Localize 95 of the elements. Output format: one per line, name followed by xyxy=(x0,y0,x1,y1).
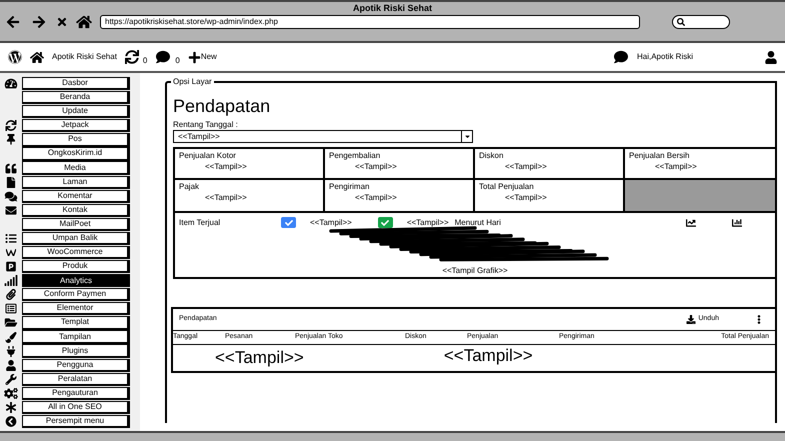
sidebar-item[interactable]: Beranda xyxy=(22,91,130,104)
quote-icon xyxy=(4,162,18,174)
check-icon xyxy=(284,218,292,226)
interval-label: Menurut Hari xyxy=(454,218,501,228)
stat-label: Penjualan Kotor xyxy=(179,151,237,161)
sidebar-item[interactable]: All in One SEO xyxy=(22,400,130,414)
stat-label: Diskon xyxy=(479,151,504,161)
sidebar-item[interactable]: Tampilan xyxy=(22,330,130,344)
close-icon[interactable] xyxy=(56,16,68,28)
search-icon xyxy=(677,18,685,26)
comment-icon[interactable] xyxy=(612,50,629,64)
page-title: Pendapatan xyxy=(173,95,272,117)
wordpress-logo-icon[interactable] xyxy=(8,50,22,64)
pin-icon xyxy=(4,134,18,146)
home-icon[interactable] xyxy=(76,15,92,29)
sidebar-item[interactable]: OngkosKirim.id xyxy=(22,147,130,161)
sidebar-item[interactable]: Media xyxy=(22,161,130,175)
chart-label: Item Terjual xyxy=(179,218,222,228)
sidebar-item[interactable]: Umpan Balik xyxy=(22,232,130,246)
comments-count: 0 xyxy=(175,55,180,67)
sidebar-item[interactable]: Plugins xyxy=(22,344,130,358)
stat-value: <<Tampil>> xyxy=(654,161,698,173)
stat-label: Total Penjualan xyxy=(479,182,535,192)
chart-caption: <<Tampil Grafik>> xyxy=(442,266,508,276)
url-field[interactable]: https://apotikriskisehat.store/wp-admin/index.php xyxy=(100,15,640,29)
sidebar-item[interactable]: Laman xyxy=(22,176,130,189)
user-icon[interactable] xyxy=(765,50,777,64)
stat-value: <<Tampil>> xyxy=(354,161,398,173)
gears-icon xyxy=(4,388,18,399)
stat-label: Pengiriman xyxy=(329,182,370,192)
series-value: <<Tampil>> xyxy=(406,218,449,228)
sidebar-item[interactable]: MailPoet xyxy=(22,218,130,231)
w-letter-icon xyxy=(6,249,16,256)
plug-icon xyxy=(4,346,18,357)
refresh-icon xyxy=(4,120,18,132)
greeting-link[interactable]: Hai,Apotik Riski xyxy=(636,51,693,63)
page-icon xyxy=(4,176,18,188)
stat-label: Pengembalian xyxy=(329,151,382,161)
updates-count: 0 xyxy=(142,55,148,67)
sidebar-item[interactable]: Persempit menu xyxy=(22,414,130,428)
forward-icon[interactable] xyxy=(30,15,48,29)
new-link[interactable]: New xyxy=(200,51,217,63)
screen-options-legend: Opsi Layar xyxy=(171,77,214,87)
envelope-icon xyxy=(4,204,18,216)
date-range-select[interactable]: <<Tampil>> xyxy=(173,130,473,143)
gauge-icon xyxy=(4,78,18,90)
paperclip-icon xyxy=(4,289,18,300)
sidebar-item[interactable]: Pengauturan xyxy=(22,386,130,400)
list-icon xyxy=(4,232,18,244)
check-icon xyxy=(381,218,390,226)
series-checkbox[interactable] xyxy=(281,217,296,228)
stat-value: <<Tampil>> xyxy=(504,192,548,204)
signal-bars-icon xyxy=(4,275,18,286)
back-icon[interactable] xyxy=(4,15,22,29)
stat-value: <<Tampil>> xyxy=(504,161,548,173)
sidebar-item[interactable]: Jetpack xyxy=(22,119,130,132)
download-icon xyxy=(686,315,696,324)
sidebar-item[interactable]: Komentar xyxy=(22,190,130,203)
sidebar-item[interactable]: Peralatan xyxy=(22,372,130,386)
sidebar-item[interactable]: Update xyxy=(22,105,130,118)
stat-label: Penjualan Bersih xyxy=(629,151,690,161)
series-checkbox[interactable] xyxy=(378,217,393,228)
caret-icon xyxy=(464,133,470,140)
comment-icon[interactable] xyxy=(155,50,172,64)
refresh-icon[interactable] xyxy=(124,50,139,64)
user-icon xyxy=(4,360,18,371)
site-name-link[interactable]: Apotik Riski Sehat xyxy=(52,51,117,63)
paintbrush-icon xyxy=(4,332,18,342)
form-icon xyxy=(4,303,18,314)
speech-bubbles-icon xyxy=(4,190,18,202)
folder-icon xyxy=(4,317,18,328)
sidebar-item[interactable]: Kontak xyxy=(22,204,130,217)
series-value: <<Tampil>> xyxy=(310,218,352,228)
sidebar-item[interactable]: WooCommerce xyxy=(22,246,130,260)
table-value-text: <<Tampil>> xyxy=(444,346,533,366)
stat-value: <<Tampil>> xyxy=(204,192,248,204)
sidebar-item[interactable]: Pengguna xyxy=(22,358,130,372)
home-icon[interactable] xyxy=(30,50,44,64)
sidebar-item[interactable]: Analytics xyxy=(22,274,130,288)
date-range-label: Rentang Tanggal : xyxy=(173,120,239,130)
sidebar-item[interactable]: Conform Paymen xyxy=(22,288,130,302)
sidebar-item[interactable]: Elementor xyxy=(22,302,130,316)
wrench-icon xyxy=(4,374,18,385)
stat-label: Pajak xyxy=(179,182,200,192)
table-value-text: <<Tampil>> xyxy=(215,348,304,368)
sidebar-item[interactable]: Dasbor xyxy=(22,77,130,90)
stat-value: <<Tampil>> xyxy=(204,161,248,173)
plus-icon[interactable] xyxy=(188,50,201,64)
sidebar-item[interactable]: Pos xyxy=(22,133,130,146)
more-icon[interactable] xyxy=(755,315,763,324)
search-field[interactable] xyxy=(672,15,730,29)
sidebar-item[interactable]: Templat xyxy=(22,316,130,330)
window-title: Apotik Riski Sehat xyxy=(352,2,432,15)
stat-value: <<Tampil>> xyxy=(354,192,398,204)
sidebar-item[interactable]: Produk xyxy=(22,260,130,274)
